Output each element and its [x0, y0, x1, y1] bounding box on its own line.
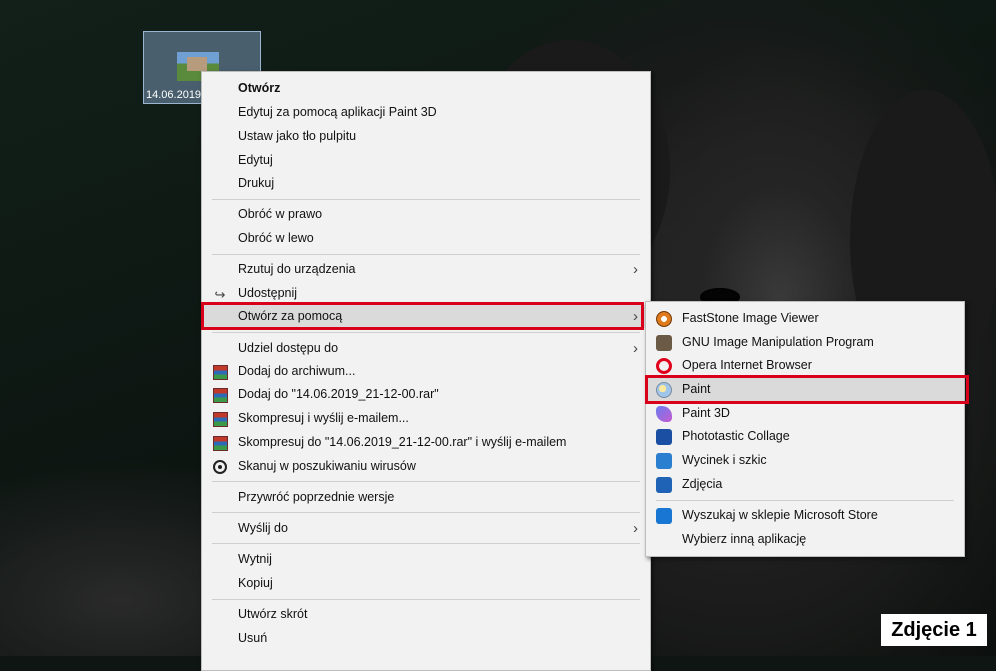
menu-item-add-to-rar[interactable]: Dodaj do "14.06.2019_21-12-00.rar": [202, 383, 650, 406]
highlight-paint: [645, 375, 969, 404]
menu-item-create-shortcut[interactable]: Utwórz skrót: [202, 603, 650, 626]
menu-item-label: Obróć w prawo: [238, 207, 323, 221]
menu-item-label: Usuń: [238, 631, 268, 645]
submenu-item-label: GNU Image Manipulation Program: [682, 335, 874, 349]
menu-item-print[interactable]: Drukuj: [202, 172, 650, 195]
menu-item-label: Wyślij do: [238, 521, 288, 535]
submenu-item-photos[interactable]: Zdjęcia: [646, 473, 964, 496]
paint3d-icon: [656, 406, 672, 422]
share-icon: ↪: [214, 286, 226, 302]
menu-item-label: Obróć w lewo: [238, 231, 314, 245]
photos-icon: [656, 477, 672, 493]
menu-item-open[interactable]: Otwórz: [202, 77, 650, 100]
menu-item-label: Edytuj za pomocą aplikacji Paint 3D: [238, 105, 437, 119]
menu-item-label: Otwórz: [238, 81, 281, 95]
chevron-right-icon: ›: [633, 340, 638, 357]
menu-item-give-access[interactable]: Udziel dostępu do ›: [202, 337, 650, 360]
menu-item-set-wallpaper[interactable]: Ustaw jako tło pulpitu: [202, 125, 650, 148]
submenu-item-label: Wycinek i szkic: [682, 453, 767, 467]
menu-item-add-to-archive[interactable]: Dodaj do archiwum...: [202, 360, 650, 383]
menu-item-delete[interactable]: Usuń: [202, 627, 650, 650]
chevron-right-icon: ›: [633, 520, 638, 537]
menu-item-label: Skompresuj do "14.06.2019_21-12-00.rar" …: [238, 435, 567, 449]
menu-item-label: Ustaw jako tło pulpitu: [238, 129, 357, 143]
phototastic-icon: [656, 429, 672, 445]
open-with-submenu: FastStone Image Viewer GNU Image Manipul…: [645, 301, 965, 557]
submenu-item-snip-sketch[interactable]: Wycinek i szkic: [646, 449, 964, 472]
menu-item-cast-to-device[interactable]: Rzutuj do urządzenia ›: [202, 258, 650, 281]
opera-icon: [656, 358, 672, 374]
submenu-item-label: Opera Internet Browser: [682, 358, 812, 372]
menu-item-label: Rzutuj do urządzenia: [238, 262, 356, 276]
menu-item-label: Przywróć poprzednie wersje: [238, 490, 395, 504]
gimp-icon: [656, 335, 672, 351]
menu-separator: [656, 500, 954, 501]
menu-separator: [212, 481, 640, 482]
submenu-item-paint3d[interactable]: Paint 3D: [646, 402, 964, 425]
menu-item-rotate-left[interactable]: Obróć w lewo: [202, 227, 650, 250]
menu-separator: [212, 254, 640, 255]
menu-separator: [212, 199, 640, 200]
highlight-open-with: [201, 302, 644, 330]
winrar-icon: [212, 364, 228, 380]
figure-caption: Zdjęcie 1: [881, 614, 987, 646]
submenu-item-faststone[interactable]: FastStone Image Viewer: [646, 307, 964, 330]
menu-item-copy[interactable]: Kopiuj: [202, 572, 650, 595]
menu-item-label: Utwórz skrót: [238, 607, 308, 621]
snip-sketch-icon: [656, 453, 672, 469]
submenu-item-choose-app[interactable]: Wybierz inną aplikację: [646, 528, 964, 551]
menu-item-label: Dodaj do "14.06.2019_21-12-00.rar": [238, 387, 439, 401]
submenu-item-label: Zdjęcia: [682, 477, 723, 491]
submenu-item-label: Paint 3D: [682, 406, 730, 420]
winrar-icon: [212, 411, 228, 427]
faststone-icon: [656, 311, 672, 327]
antivirus-scan-icon: [212, 459, 228, 475]
menu-item-label: Skanuj w poszukiwaniu wirusów: [238, 459, 416, 473]
menu-separator: [212, 512, 640, 513]
menu-item-label: Edytuj: [238, 153, 273, 167]
submenu-item-label: Wyszukaj w sklepie Microsoft Store: [682, 508, 878, 522]
menu-separator: [212, 543, 640, 544]
menu-item-compress-rar-email[interactable]: Skompresuj do "14.06.2019_21-12-00.rar" …: [202, 431, 650, 454]
menu-item-label: Udziel dostępu do: [238, 341, 339, 355]
menu-item-edit-paint3d[interactable]: Edytuj za pomocą aplikacji Paint 3D: [202, 101, 650, 124]
submenu-item-phototastic[interactable]: Phototastic Collage: [646, 425, 964, 448]
winrar-icon: [212, 435, 228, 451]
menu-separator: [212, 332, 640, 333]
microsoft-store-icon: [656, 508, 672, 524]
menu-item-label: Skompresuj i wyślij e-mailem...: [238, 411, 409, 425]
submenu-item-gimp[interactable]: GNU Image Manipulation Program: [646, 331, 964, 354]
menu-item-restore-versions[interactable]: Przywróć poprzednie wersje: [202, 486, 650, 509]
submenu-item-opera[interactable]: Opera Internet Browser: [646, 354, 964, 377]
submenu-item-label: Wybierz inną aplikację: [682, 532, 807, 546]
menu-item-label: Drukuj: [238, 176, 275, 190]
submenu-item-label: FastStone Image Viewer: [682, 311, 819, 325]
winrar-icon: [212, 387, 228, 403]
desktop-file-name: 14.06.2019: [146, 89, 202, 101]
menu-item-label: Kopiuj: [238, 576, 273, 590]
submenu-item-label: Phototastic Collage: [682, 429, 790, 443]
menu-item-label: Wytnij: [238, 552, 272, 566]
menu-item-label: Udostępnij: [238, 286, 298, 300]
menu-item-rotate-right[interactable]: Obróć w prawo: [202, 203, 650, 226]
menu-item-compress-email[interactable]: Skompresuj i wyślij e-mailem...: [202, 407, 650, 430]
menu-item-send-to[interactable]: Wyślij do ›: [202, 517, 650, 540]
menu-separator: [212, 599, 640, 600]
context-menu: Otwórz Edytuj za pomocą aplikacji Paint …: [201, 71, 651, 671]
menu-item-label: Dodaj do archiwum...: [238, 364, 356, 378]
menu-item-edit[interactable]: Edytuj: [202, 149, 650, 172]
menu-item-scan-viruses[interactable]: Skanuj w poszukiwaniu wirusów: [202, 455, 650, 478]
menu-item-cut[interactable]: Wytnij: [202, 548, 650, 571]
submenu-item-store[interactable]: Wyszukaj w sklepie Microsoft Store: [646, 504, 964, 527]
chevron-right-icon: ›: [633, 261, 638, 278]
